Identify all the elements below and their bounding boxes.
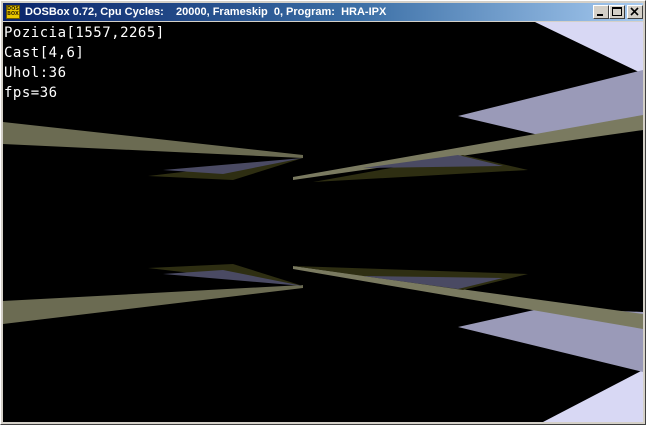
position-readout: Pozicia[1557,2265] [4,25,165,41]
window-title: DOSBox 0.72, Cpu Cycles: 20000, Frameski… [25,6,387,18]
wall-mid-upper-left [163,158,303,174]
fps-readout: fps=36 [4,85,58,101]
wall-light-bottom-right [543,370,643,422]
minimize-icon [597,14,603,16]
maximize-icon [612,7,622,16]
maximize-button[interactable] [609,5,625,19]
wall-olive-upper-left [3,122,303,158]
angle-readout: Uhol:36 [4,65,67,81]
minimize-button[interactable] [593,5,609,19]
dosbox-icon[interactable]: DOS BOX [6,5,20,19]
icon-label: DOS BOX [7,6,20,17]
hud-overlay: Pozicia[1557,2265] Cast[4,6] Uhol:36 fps… [4,23,165,103]
wall-mid-lower-left [163,270,303,286]
title-bar[interactable]: DOS BOX DOSBox 0.72, Cpu Cycles: 20000, … [3,3,643,21]
close-button[interactable] [627,5,643,19]
dosbox-window: DOS BOX DOSBox 0.72, Cpu Cycles: 20000, … [0,0,646,425]
wall-olive-lower-left [3,285,303,324]
part-readout: Cast[4,6] [4,45,85,61]
close-icon [630,7,639,16]
wall-light-top-right [535,22,643,74]
game-viewport[interactable]: Pozicia[1557,2265] Cast[4,6] Uhol:36 fps… [3,22,643,422]
